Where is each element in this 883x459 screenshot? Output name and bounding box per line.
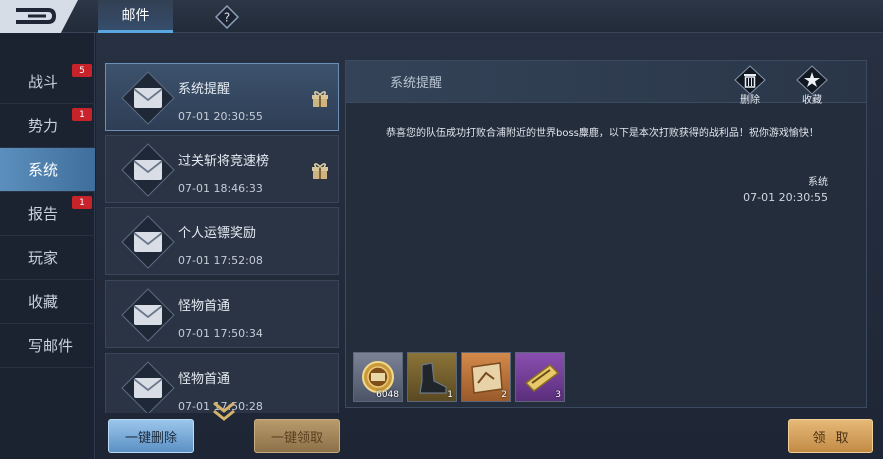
sidebar-item-label: 收藏 bbox=[28, 293, 59, 311]
mail-list-item[interactable]: 系统提醒 07-01 20:30:55 bbox=[105, 63, 339, 131]
envelope-icon bbox=[121, 288, 175, 342]
favorite-button[interactable]: 收藏 bbox=[792, 65, 832, 106]
mail-title: 怪物首通 bbox=[178, 299, 231, 314]
sidebar-item[interactable]: 战斗 5 bbox=[0, 60, 95, 104]
sidebar-item[interactable]: 系统 bbox=[0, 148, 95, 192]
sidebar-item[interactable]: 报告 1 bbox=[0, 192, 95, 236]
delete-all-button[interactable]: 一键删除 bbox=[108, 419, 194, 453]
svg-text:?: ? bbox=[224, 11, 230, 25]
reward-item[interactable]: 2 bbox=[461, 352, 511, 402]
envelope-icon bbox=[121, 71, 175, 125]
detail-header: 系统提醒 删除 收藏 bbox=[346, 61, 866, 106]
sidebar-item[interactable]: 势力 1 bbox=[0, 104, 95, 148]
reward-item[interactable]: 1 bbox=[407, 352, 457, 402]
mail-sent-time: 07-01 20:30:55 bbox=[743, 191, 828, 204]
claim-button[interactable]: 领取 bbox=[788, 419, 873, 453]
mail-title: 怪物首通 bbox=[178, 372, 231, 387]
reward-count: 2 bbox=[501, 390, 507, 400]
notification-badge: 1 bbox=[72, 196, 92, 209]
gift-icon bbox=[312, 163, 328, 179]
mail-body-text: 恭喜您的队伍成功打败合浦附近的世界boss麋鹿，以下是本次打败获得的战利品！祝你… bbox=[386, 128, 819, 139]
delete-button[interactable]: 删除 bbox=[730, 65, 770, 106]
sidebar-item-label: 写邮件 bbox=[28, 337, 74, 355]
mail-detail-panel: 系统提醒 删除 收藏 恭喜您的队伍成功打败合浦附近的世界boss麋鹿，以下是本次… bbox=[345, 60, 867, 408]
sidebar-item-label: 玩家 bbox=[28, 249, 59, 267]
envelope-icon bbox=[121, 215, 175, 269]
question-icon[interactable]: ? bbox=[215, 5, 239, 29]
mail-title: 系统提醒 bbox=[178, 82, 231, 97]
tab-mail[interactable]: 邮件 bbox=[98, 0, 173, 33]
sidebar-item-label: 势力 bbox=[28, 117, 59, 135]
claim-all-button[interactable]: 一键领取 bbox=[254, 419, 340, 453]
gift-icon bbox=[312, 91, 328, 107]
envelope-icon bbox=[121, 143, 175, 197]
notification-badge: 5 bbox=[72, 64, 92, 77]
scroll-down-icon[interactable] bbox=[211, 400, 237, 422]
detail-title: 系统提醒 bbox=[390, 76, 443, 91]
sidebar-item[interactable]: 写邮件 bbox=[0, 324, 95, 368]
mail-time: 07-01 20:30:55 bbox=[178, 110, 263, 123]
reward-item[interactable]: 3 bbox=[515, 352, 565, 402]
mail-time: 07-01 18:46:33 bbox=[178, 182, 263, 195]
mail-list-item[interactable]: 个人运镖奖励 07-01 17:52:08 bbox=[105, 207, 339, 275]
mail-list-item[interactable]: 怪物首通 07-01 17:50:34 bbox=[105, 280, 339, 348]
mail-list[interactable]: 系统提醒 07-01 20:30:55 过关斩将竞速榜 07-01 18:46:33 个… bbox=[105, 61, 341, 413]
reward-count: 1 bbox=[447, 390, 453, 400]
sidebar-item-label: 战斗 bbox=[28, 73, 59, 91]
favorite-label: 收藏 bbox=[802, 95, 822, 106]
reward-count: 6048 bbox=[376, 390, 399, 400]
mail-time: 07-01 17:50:34 bbox=[178, 327, 263, 340]
mail-title: 过关斩将竞速榜 bbox=[178, 154, 270, 169]
envelope-icon bbox=[121, 361, 175, 413]
mail-sender: 系统 bbox=[808, 177, 828, 188]
reward-count: 3 bbox=[555, 390, 561, 400]
mail-time: 07-01 17:52:08 bbox=[178, 254, 263, 267]
reward-item[interactable]: 6048 bbox=[353, 352, 403, 402]
delete-label: 删除 bbox=[740, 95, 760, 106]
sidebar-item[interactable]: 玩家 bbox=[0, 236, 95, 280]
back-arrow-icon bbox=[16, 8, 57, 24]
notification-badge: 1 bbox=[72, 108, 92, 121]
mail-list-item[interactable]: 过关斩将竞速榜 07-01 18:46:33 bbox=[105, 135, 339, 203]
sidebar-item-label: 系统 bbox=[28, 161, 59, 179]
sidebar-item-label: 报告 bbox=[28, 205, 59, 223]
sidebar-item[interactable]: 收藏 bbox=[0, 280, 95, 324]
mail-title: 个人运镖奖励 bbox=[178, 226, 257, 241]
